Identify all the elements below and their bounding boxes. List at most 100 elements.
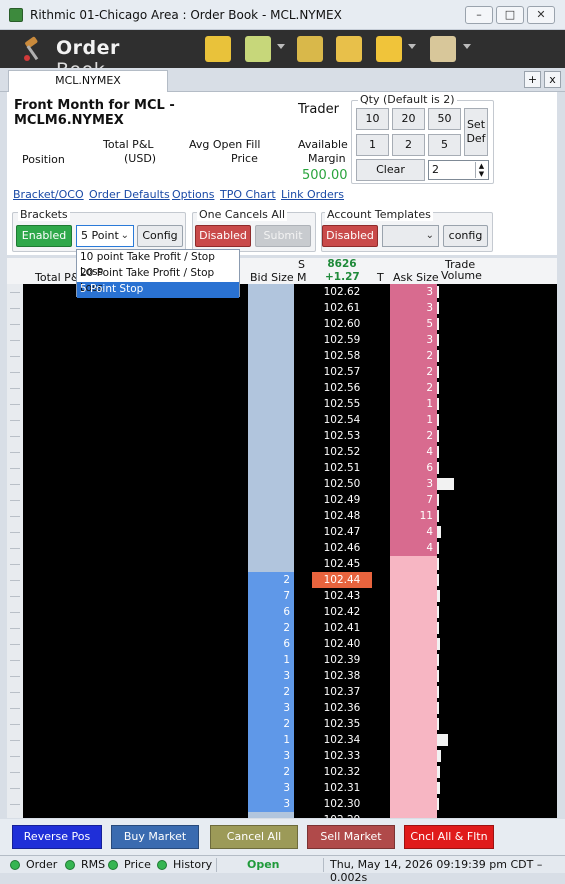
ladder-row[interactable]: 2 102.41 xyxy=(7,620,557,636)
bid-size-cell[interactable] xyxy=(248,284,294,300)
ladder-row[interactable]: 6 102.42 xyxy=(7,604,557,620)
ladder-row[interactable]: 102.51 6 xyxy=(7,460,557,476)
ask-size-cell[interactable]: 1 xyxy=(390,412,437,428)
bid-size-cell[interactable] xyxy=(248,524,294,540)
close-tab-button[interactable]: x xyxy=(544,71,561,88)
ask-size-cell[interactable]: 4 xyxy=(390,540,437,556)
bid-size-cell[interactable]: 6 xyxy=(248,636,294,652)
ladder-row[interactable]: 102.60 5 xyxy=(7,316,557,332)
bid-size-cell[interactable] xyxy=(248,540,294,556)
set-default-button[interactable]: Set Def xyxy=(464,108,488,156)
ask-size-cell[interactable]: 2 xyxy=(390,364,437,380)
ask-size-cell[interactable] xyxy=(390,556,437,572)
cancel-all-button[interactable]: Cancel All xyxy=(210,825,298,849)
ladder-row[interactable]: 3 102.31 xyxy=(7,780,557,796)
chevron-down-icon[interactable] xyxy=(277,44,285,49)
bid-size-cell[interactable]: 3 xyxy=(248,748,294,764)
folder-icon[interactable] xyxy=(336,36,362,62)
ask-size-cell[interactable] xyxy=(390,700,437,716)
bid-size-cell[interactable]: 3 xyxy=(248,700,294,716)
qty-20-button[interactable]: 20 xyxy=(392,108,425,130)
gear-plus-icon[interactable] xyxy=(297,36,323,62)
account-templates-config-button[interactable]: config xyxy=(443,225,488,247)
ladder-row[interactable]: 102.59 3 xyxy=(7,332,557,348)
link-link-orders[interactable]: Link Orders xyxy=(281,188,344,201)
bid-size-cell[interactable]: 2 xyxy=(248,620,294,636)
ask-size-cell[interactable] xyxy=(390,604,437,620)
ask-size-cell[interactable] xyxy=(390,716,437,732)
ask-size-cell[interactable]: 7 xyxy=(390,492,437,508)
ask-size-cell[interactable]: 3 xyxy=(390,300,437,316)
ask-size-cell[interactable] xyxy=(390,652,437,668)
ask-size-cell[interactable] xyxy=(390,780,437,796)
reverse-pos-button[interactable]: Reverse Pos xyxy=(12,825,102,849)
ask-size-cell[interactable]: 6 xyxy=(390,460,437,476)
bid-size-cell[interactable] xyxy=(248,812,294,818)
maximize-button[interactable]: □ xyxy=(496,6,524,24)
ask-size-cell[interactable] xyxy=(390,668,437,684)
bid-size-cell[interactable] xyxy=(248,508,294,524)
ask-size-cell[interactable]: 2 xyxy=(390,348,437,364)
ask-size-cell[interactable] xyxy=(390,588,437,604)
bid-size-cell[interactable] xyxy=(248,364,294,380)
clipboard-a-icon[interactable] xyxy=(430,36,456,62)
close-button[interactable]: ✕ xyxy=(527,6,555,24)
ladder-row[interactable]: 102.55 1 xyxy=(7,396,557,412)
bid-size-cell[interactable]: 2 xyxy=(248,684,294,700)
bid-size-cell[interactable] xyxy=(248,556,294,572)
bid-size-cell[interactable]: 6 xyxy=(248,604,294,620)
ask-size-cell[interactable]: 2 xyxy=(390,380,437,396)
ask-size-cell[interactable]: 4 xyxy=(390,444,437,460)
qty-1-button[interactable]: 1 xyxy=(356,134,389,156)
ask-size-cell[interactable] xyxy=(390,796,437,812)
qty-input[interactable]: 2 ▲ ▼ xyxy=(428,160,489,180)
ladder-row[interactable]: 102.61 3 xyxy=(7,300,557,316)
ladder-row[interactable]: 102.46 4 xyxy=(7,540,557,556)
ask-size-cell[interactable] xyxy=(390,732,437,748)
ladder-row[interactable]: 1 102.39 xyxy=(7,652,557,668)
ladder-row[interactable]: 102.49 7 xyxy=(7,492,557,508)
bid-size-cell[interactable]: 3 xyxy=(248,780,294,796)
bid-size-cell[interactable]: 2 xyxy=(248,764,294,780)
bid-size-cell[interactable] xyxy=(248,476,294,492)
ladder-row[interactable]: 2 102.44 xyxy=(7,572,557,588)
tab-mcl-nymex[interactable]: MCL.NYMEX xyxy=(8,70,168,92)
ladder-row[interactable]: 6 102.40 xyxy=(7,636,557,652)
chevron-down-icon[interactable] xyxy=(463,44,471,49)
ask-size-cell[interactable] xyxy=(390,748,437,764)
link-order-defaults[interactable]: Order Defaults xyxy=(89,188,170,201)
link-bracket-oco[interactable]: Bracket/OCO xyxy=(13,188,84,201)
bid-size-cell[interactable] xyxy=(248,332,294,348)
qty-spinner[interactable]: ▲ ▼ xyxy=(475,162,487,178)
ask-size-cell[interactable] xyxy=(390,764,437,780)
ladder-row[interactable]: 102.50 3 xyxy=(7,476,557,492)
add-tab-button[interactable]: + xyxy=(524,71,541,88)
bid-size-cell[interactable] xyxy=(248,396,294,412)
bracket-option-10pt[interactable]: 10 point Take Profit / Stop Loss xyxy=(77,250,239,278)
ladder-row[interactable]: 3 102.33 xyxy=(7,748,557,764)
cancel-all-flatten-button[interactable]: Cncl All & Fltn xyxy=(404,825,494,849)
ask-size-cell[interactable] xyxy=(390,812,437,818)
ask-size-cell[interactable]: 5 xyxy=(390,316,437,332)
ladder-row[interactable]: 102.45 xyxy=(7,556,557,572)
bracket-option-5pt-stop[interactable]: 5 Point Stop xyxy=(77,282,239,298)
ladder-row[interactable]: 102.54 1 xyxy=(7,412,557,428)
bid-size-cell[interactable]: 7 xyxy=(248,588,294,604)
brackets-select[interactable]: 5 Point ⌄ xyxy=(76,225,134,247)
sell-market-button[interactable]: Sell Market xyxy=(307,825,395,849)
ladder-row[interactable]: 3 102.30 xyxy=(7,796,557,812)
ladder-row[interactable]: 102.47 4 xyxy=(7,524,557,540)
bid-size-cell[interactable] xyxy=(248,316,294,332)
qty-2-button[interactable]: 2 xyxy=(392,134,425,156)
bid-size-cell[interactable] xyxy=(248,460,294,476)
ladder-row[interactable]: 102.48 11 xyxy=(7,508,557,524)
gear-plus-icon[interactable] xyxy=(245,36,271,62)
qty-5-button[interactable]: 5 xyxy=(428,134,461,156)
account-templates-select[interactable]: ⌄ xyxy=(382,225,439,247)
bid-size-cell[interactable]: 3 xyxy=(248,796,294,812)
ladder-row[interactable]: 3 102.36 xyxy=(7,700,557,716)
bid-size-cell[interactable]: 3 xyxy=(248,668,294,684)
brackets-enabled-button[interactable]: Enabled xyxy=(16,225,72,247)
chevron-down-icon[interactable] xyxy=(408,44,416,49)
bid-size-cell[interactable]: 1 xyxy=(248,732,294,748)
